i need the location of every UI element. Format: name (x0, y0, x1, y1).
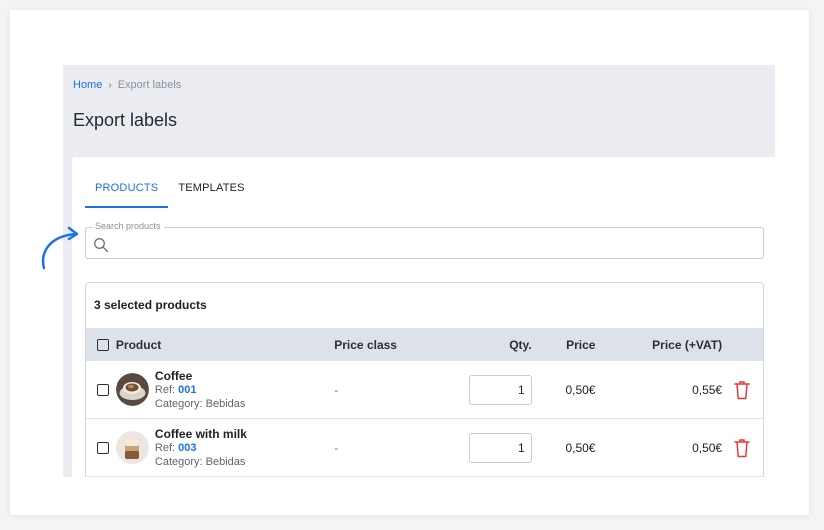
header-price[interactable]: Price (532, 338, 602, 352)
product-ref-label: Ref: (154, 383, 176, 396)
table-header: Product Price class Qty. Price Price (+V… (86, 328, 763, 361)
quantity-input[interactable] (468, 374, 532, 405)
header-price-class[interactable]: Price class (334, 338, 454, 352)
breadcrumb-home-link[interactable]: Home (73, 79, 102, 91)
curved-arrow-icon (41, 226, 79, 270)
search-field[interactable]: Search products (85, 221, 764, 259)
product-ref[interactable]: 003 (178, 442, 196, 454)
product-name: Coffee with milk (154, 426, 247, 441)
trash-icon[interactable] (734, 380, 750, 400)
product-ref[interactable]: 001 (178, 384, 196, 396)
table-row: Coffee Ref: 001 Category: Bebidas - 0,50… (86, 361, 763, 419)
tab-products[interactable]: PRODUCTS (85, 176, 169, 208)
screenshot-card: Home › Export labels Export labels PRODU… (10, 10, 809, 515)
search-input[interactable] (114, 233, 754, 255)
coffee-with-milk-thumbnail (115, 431, 149, 464)
coffee-thumbnail (115, 373, 149, 406)
price-class-value: - (334, 440, 339, 455)
product-category: Category: Bebidas (154, 455, 246, 468)
product-name: Coffee (154, 368, 193, 383)
header-price-vat[interactable]: Price (+VAT) (601, 338, 734, 352)
price-vat-value: 0,50€ (692, 440, 723, 455)
breadcrumb: Home › Export labels (73, 79, 181, 91)
price-vat-value: 0,55€ (692, 382, 723, 397)
main-panel: PRODUCTS TEMPLATES Search products 3 sel… (72, 157, 775, 477)
product-ref-label: Ref: (154, 441, 176, 454)
search-icon (94, 238, 109, 253)
price-class-value: - (334, 382, 339, 397)
price-value: 0,50€ (565, 382, 596, 397)
breadcrumb-separator: › (108, 79, 112, 91)
table-row: Coffee with milk Ref: 003 Category: Bebi… (86, 419, 763, 477)
header-product[interactable]: Product (116, 338, 334, 352)
tab-templates[interactable]: TEMPLATES (168, 176, 254, 208)
tab-bar: PRODUCTS TEMPLATES (85, 176, 255, 208)
trash-icon[interactable] (734, 438, 750, 458)
breadcrumb-current: Export labels (117, 79, 182, 91)
app-viewport: Home › Export labels Export labels PRODU… (63, 65, 775, 477)
product-category: Category: Bebidas (154, 397, 246, 410)
quantity-input[interactable] (468, 432, 532, 463)
selected-products-table: 3 selected products Product Price class … (85, 282, 764, 477)
select-all-checkbox[interactable] (96, 338, 109, 351)
header-qty[interactable]: Qty. (454, 338, 531, 352)
price-value: 0,50€ (565, 440, 596, 455)
row-checkbox[interactable] (96, 383, 109, 396)
selected-count: 3 selected products (94, 298, 207, 312)
row-checkbox[interactable] (96, 441, 109, 454)
search-label: Search products (92, 221, 164, 231)
page-title: Export labels (73, 110, 178, 130)
